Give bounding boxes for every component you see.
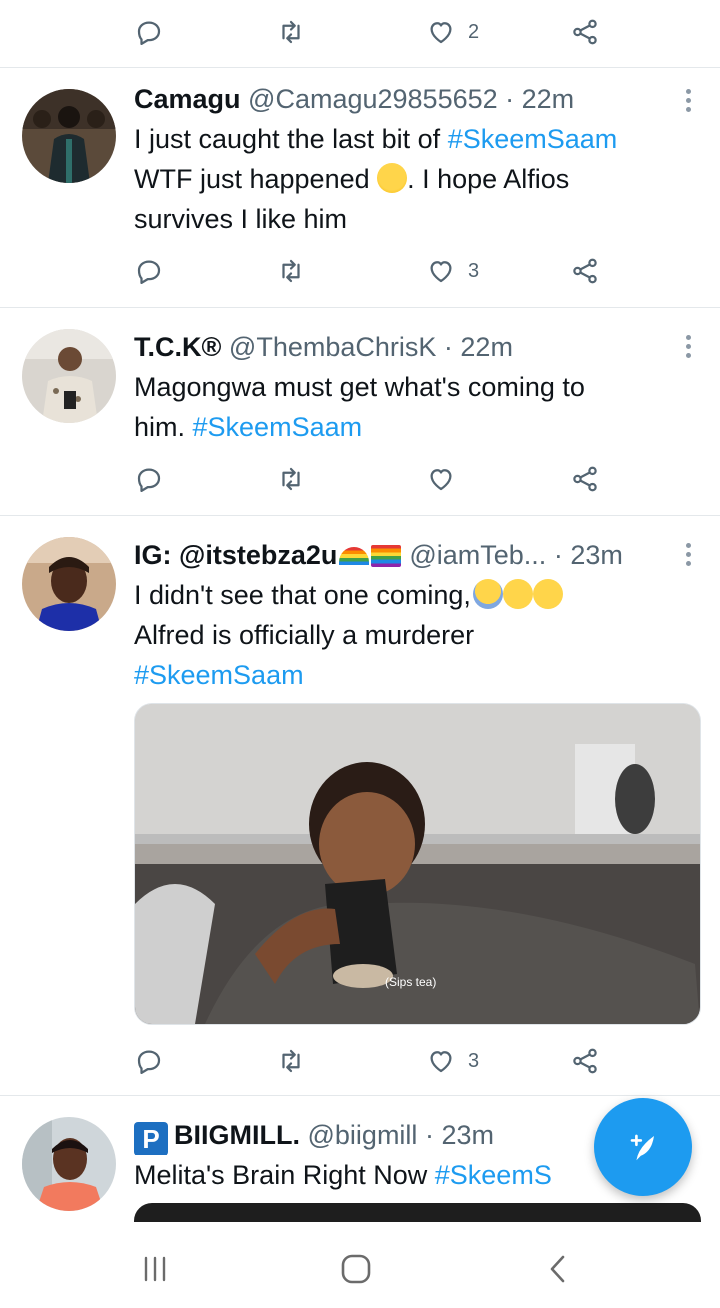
timestamp[interactable]: · 22m [505, 84, 574, 114]
reply-icon [137, 1050, 161, 1074]
tweet-3[interactable]: IG: @itstebza2u @iamTeb... · 23m I didn't… [0, 515, 720, 1096]
media-image: (Sips tea) [135, 704, 700, 1024]
username[interactable]: @iamTeb... [409, 540, 546, 570]
tweet-actions [134, 457, 634, 501]
tweet-text: Magongwa must get what's coming to him. … [134, 367, 699, 447]
recent-apps-icon[interactable] [140, 1254, 170, 1284]
reply-button[interactable] [134, 10, 164, 54]
compose-tweet-button[interactable] [594, 1098, 692, 1196]
tweet-text-line: Magongwa must get what's coming to [134, 372, 585, 402]
like-count: 3 [468, 259, 480, 282]
like-button[interactable]: 3 [426, 1039, 479, 1083]
username[interactable]: @ThembaChrisK [229, 332, 436, 362]
share-icon [573, 466, 597, 492]
heart-icon [430, 469, 452, 491]
like-button[interactable]: 2 [426, 10, 479, 54]
hashtag-link[interactable]: #SkeemSaam [134, 655, 699, 695]
share-icon [573, 258, 597, 284]
tweet-0: 2 [0, 0, 720, 68]
tweet-text: I just caught the last bit of #SkeemSaam… [134, 119, 699, 239]
like-count: 2 [468, 20, 480, 43]
rainbow-emoji-icon [339, 547, 370, 565]
retweet-icon [282, 1049, 300, 1073]
share-icon [573, 19, 597, 45]
flushed-face-emoji-icon [502, 579, 533, 609]
retweet-button[interactable] [276, 1039, 306, 1083]
tweet-text-line: Alfred is officially a murderer [134, 620, 475, 650]
back-icon[interactable] [544, 1254, 574, 1284]
astonished-emoji-icon [377, 163, 408, 193]
reply-button[interactable] [134, 1039, 164, 1083]
heart-icon [430, 1051, 452, 1073]
timestamp[interactable]: · 23m [554, 540, 623, 570]
share-button[interactable] [570, 249, 600, 293]
media-caption: (Sips tea) [385, 975, 436, 989]
username[interactable]: @biigmill [308, 1120, 418, 1150]
tweet-header: IG: @itstebza2u @iamTeb... · 23m [134, 535, 676, 575]
like-count: 3 [468, 1049, 480, 1072]
tweet-text-line: I just caught the last bit of [134, 124, 448, 154]
reply-button[interactable] [134, 457, 164, 501]
tweet-text-line: survives I like him [134, 204, 348, 234]
avatar[interactable] [22, 1117, 116, 1211]
reply-button[interactable] [134, 249, 164, 293]
timestamp[interactable]: · 22m [444, 332, 513, 362]
tweet-actions: 2 [134, 10, 634, 54]
like-button[interactable] [426, 457, 468, 501]
tweet-text-line: I didn't see that one coming, [134, 580, 471, 610]
system-navigation-bar [0, 1222, 720, 1308]
avatar[interactable] [22, 329, 116, 423]
home-icon[interactable] [340, 1253, 372, 1285]
display-name[interactable]: Camagu [134, 84, 241, 114]
avatar[interactable] [22, 537, 116, 631]
compose-tweet-icon [630, 1134, 654, 1161]
tweet-text-line: WTF just happened [134, 164, 378, 194]
tweet-2[interactable]: T.C.K® @ThembaChrisK · 22m Magongwa must… [0, 307, 720, 516]
share-button[interactable] [570, 1039, 600, 1083]
registered-symbol: ® [201, 332, 222, 362]
tweet-text-line: him. [134, 412, 193, 442]
heart-icon [430, 261, 452, 283]
username[interactable]: @Camagu29855652 [248, 84, 498, 114]
reply-icon [137, 21, 161, 45]
share-button[interactable] [570, 10, 600, 54]
flushed-face-emoji-icon [532, 579, 563, 609]
retweet-button[interactable] [276, 10, 306, 54]
tweet-actions: 3 [134, 249, 634, 293]
retweet-icon [282, 467, 300, 491]
share-icon [573, 1048, 597, 1074]
retweet-icon [282, 259, 300, 283]
timestamp[interactable]: · 23m [425, 1120, 494, 1150]
tweet-text-line: Melita's Brain Right Now [134, 1160, 435, 1190]
reply-icon [137, 468, 161, 492]
share-button[interactable] [570, 457, 600, 501]
heart-icon [430, 22, 452, 44]
more-vertical-icon[interactable] [686, 89, 692, 116]
tweet-text: I didn't see that one coming, Alfred is … [134, 575, 699, 695]
tweet-1[interactable]: Camagu @Camagu29855652 · 22m I just caug… [0, 67, 720, 308]
rainbow-flag-icon [371, 545, 402, 567]
more-vertical-icon[interactable] [686, 543, 692, 570]
hashtag-link[interactable]: #SkeemSaam [193, 412, 363, 442]
tweet-header: T.C.K® @ThembaChrisK · 22m [134, 327, 676, 367]
retweet-button[interactable] [276, 457, 306, 501]
avatar[interactable] [22, 89, 116, 183]
tweet-header: Camagu @Camagu29855652 · 22m [134, 79, 676, 119]
tweet-media-gif[interactable]: (Sips tea) [134, 703, 701, 1025]
display-name[interactable]: BIIGMILL. [174, 1120, 300, 1150]
display-name[interactable]: T.C.K [134, 332, 202, 362]
hashtag-link[interactable]: #SkeemSaam [448, 124, 618, 154]
retweet-icon [282, 20, 300, 44]
tweet-media[interactable] [134, 1203, 701, 1222]
reply-icon [137, 260, 161, 284]
tweet-text-line: . I hope Alfios [407, 164, 570, 194]
like-button[interactable]: 3 [426, 249, 479, 293]
retweet-button[interactable] [276, 249, 306, 293]
tweet-actions: 3 [134, 1039, 634, 1083]
more-vertical-icon[interactable] [686, 335, 692, 362]
display-name[interactable]: IG: @itstebza2u [134, 540, 337, 570]
screaming-face-emoji-icon [472, 579, 503, 609]
p-badge-icon: P [134, 1122, 168, 1155]
hashtag-link[interactable]: #SkeemS [435, 1160, 552, 1190]
